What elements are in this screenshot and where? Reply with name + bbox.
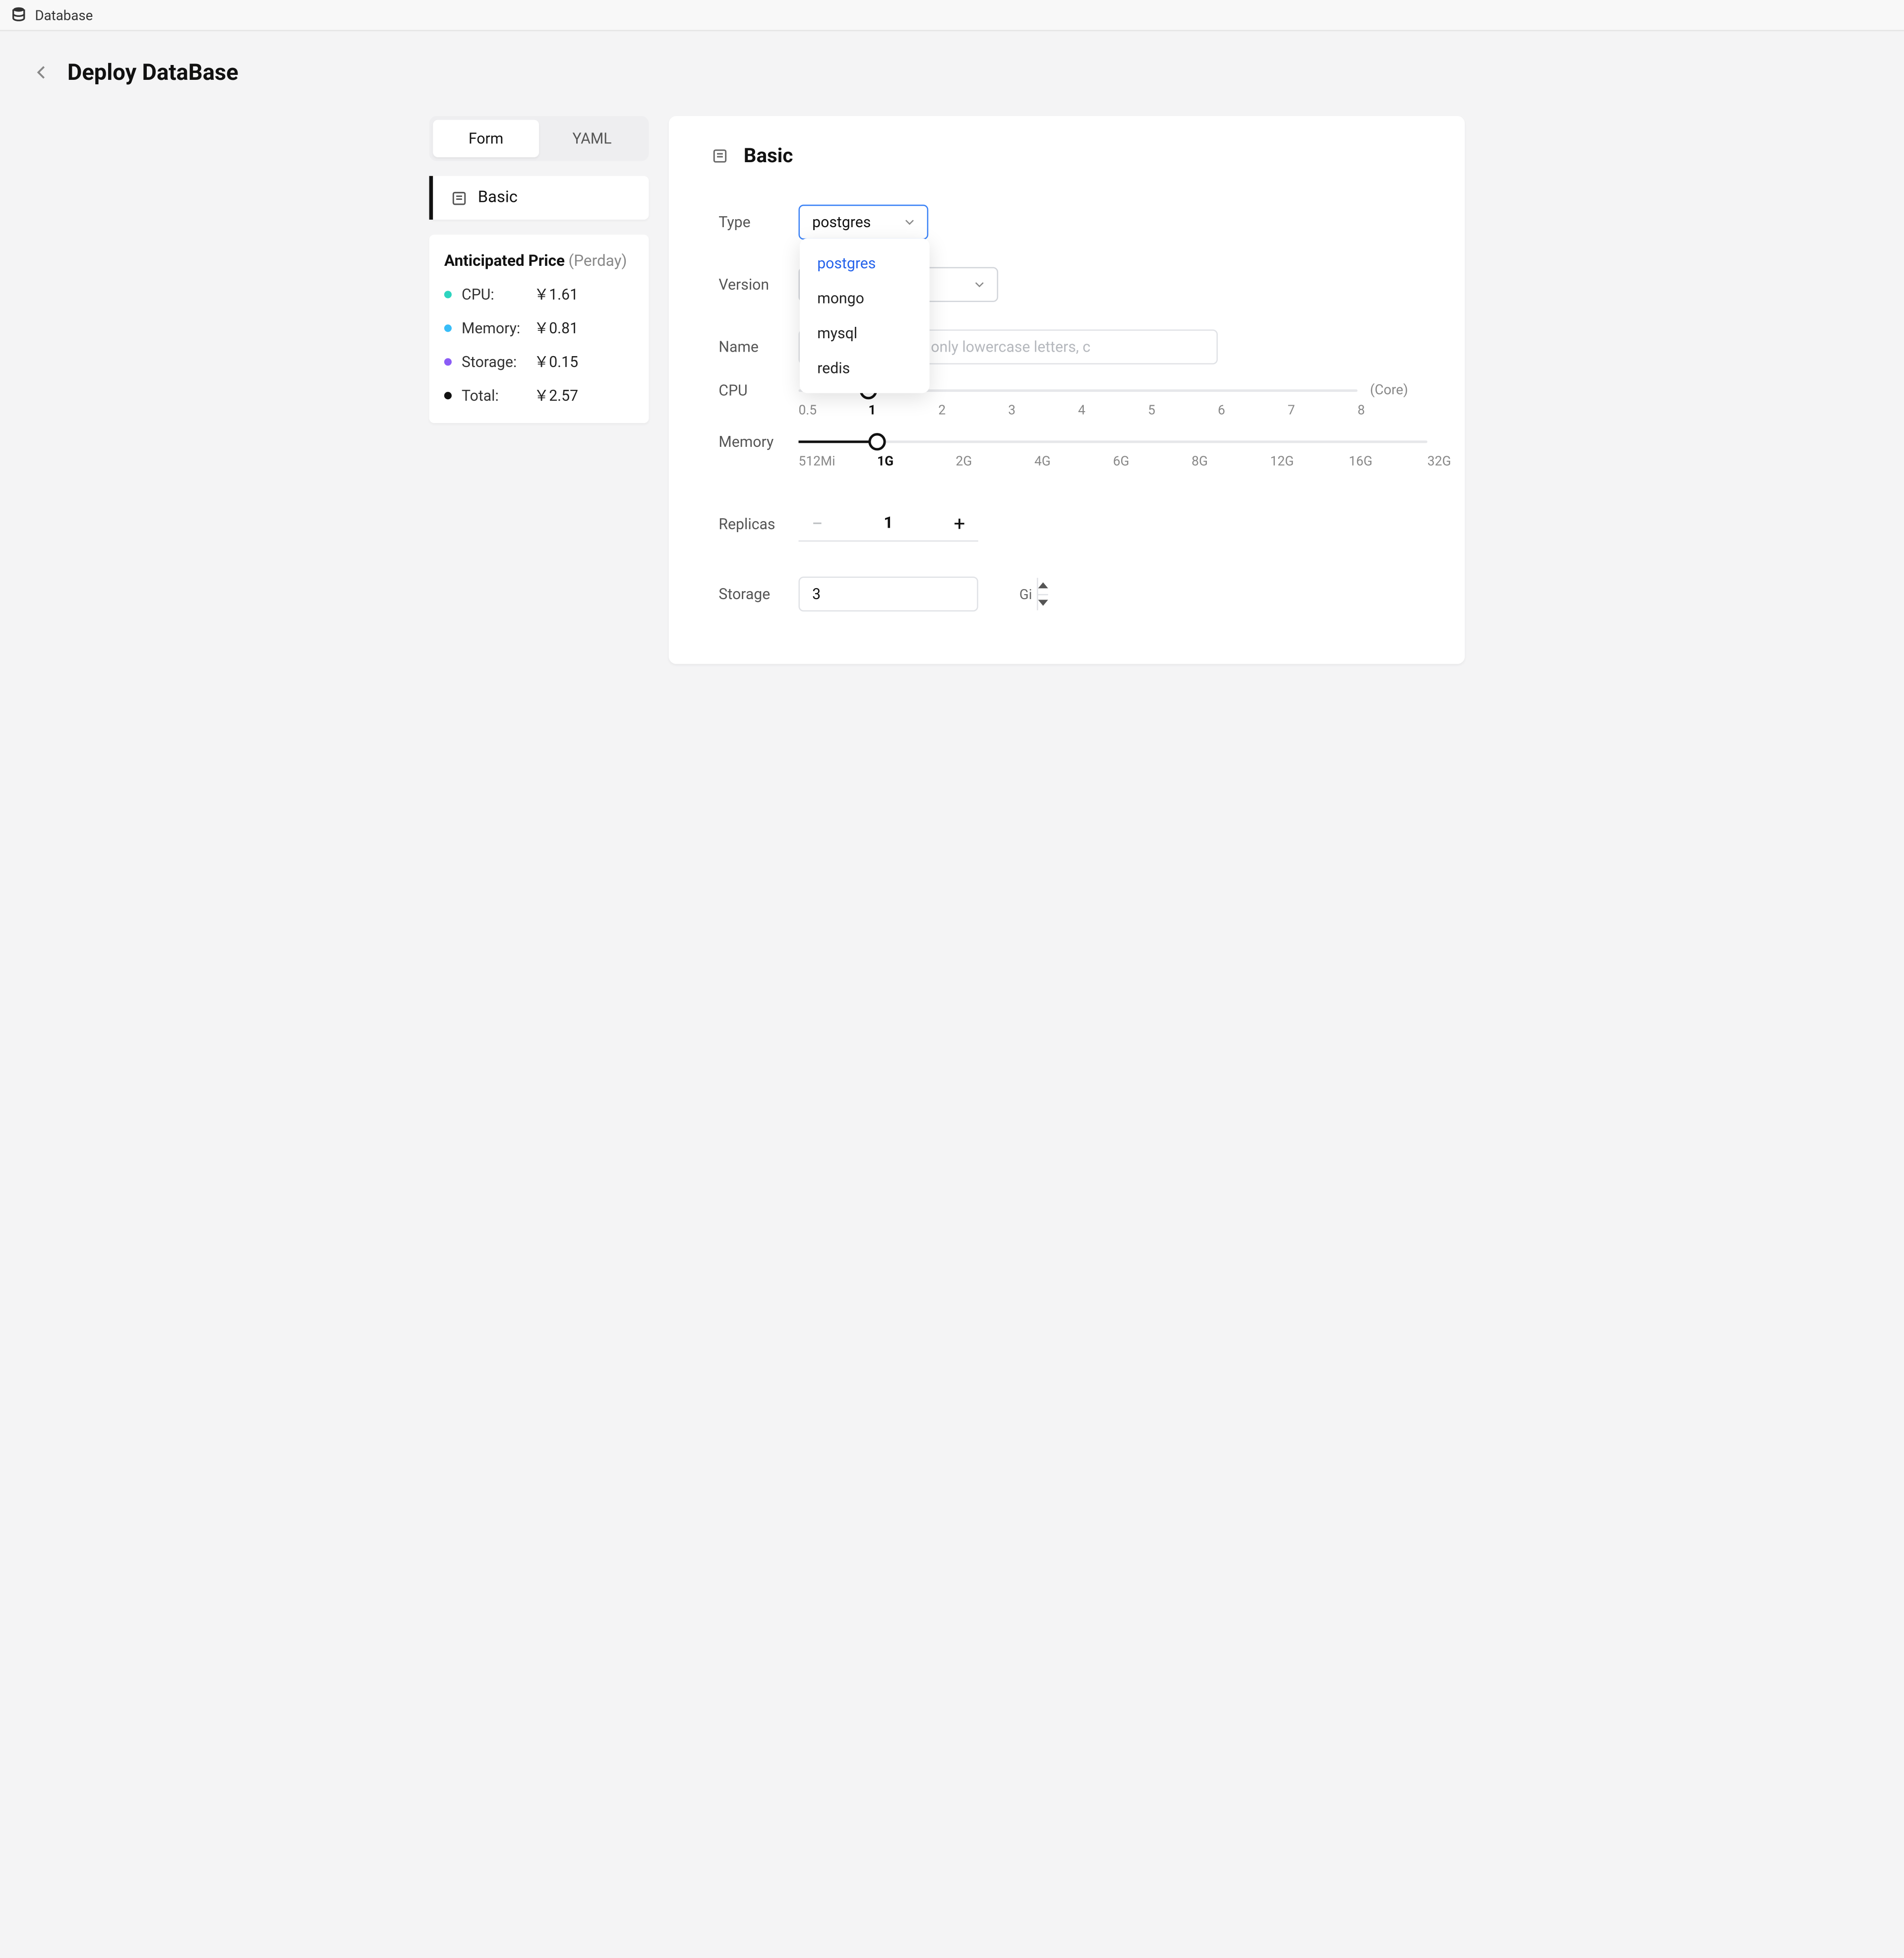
page-title: Deploy DataBase xyxy=(67,60,238,86)
type-select[interactable]: postgres postgres mongo mysql redis xyxy=(798,205,928,240)
price-row-memory: Memory: ￥0.81 xyxy=(444,317,634,338)
label-type: Type xyxy=(718,213,798,231)
type-select-value: postgres xyxy=(812,213,871,231)
main-card: Basic Type postgres postgres mongo mysql… xyxy=(669,116,1465,664)
cpu-unit: (Core) xyxy=(1370,382,1408,398)
section-title: Basic xyxy=(744,143,793,167)
tab-form[interactable]: Form xyxy=(433,120,539,157)
replicas-decrement[interactable]: − xyxy=(798,512,835,536)
storage-input[interactable] xyxy=(800,585,1019,603)
price-row-storage: Storage: ￥0.15 xyxy=(444,351,634,372)
price-dot xyxy=(444,324,452,331)
price-card: Anticipated Price (Perday) CPU: ￥1.61 Me… xyxy=(429,235,649,423)
nav-item-basic[interactable]: Basic xyxy=(429,176,649,220)
type-option-redis[interactable]: redis xyxy=(800,351,930,385)
type-option-mongo[interactable]: mongo xyxy=(800,281,930,315)
sidebar: Form YAML Basic Anticipated Price (Perda… xyxy=(429,116,649,423)
price-subtitle: (Perday) xyxy=(568,252,627,271)
price-dot xyxy=(444,391,452,399)
nav-item-label: Basic xyxy=(478,188,518,207)
storage-unit: Gi xyxy=(1019,586,1037,602)
tab-yaml[interactable]: YAML xyxy=(539,120,645,157)
type-option-postgres[interactable]: postgres xyxy=(800,246,930,281)
section-header: Basic xyxy=(711,143,1427,167)
price-dot xyxy=(444,358,452,365)
label-version: Version xyxy=(718,276,798,293)
storage-increment[interactable] xyxy=(1038,578,1048,593)
view-tabs: Form YAML xyxy=(429,116,649,161)
label-storage: Storage xyxy=(718,585,798,603)
replicas-value: 1 xyxy=(836,514,941,533)
chevron-down-icon xyxy=(902,215,917,230)
memory-slider[interactable]: 512Mi 1G 2G 4G 6G 8G 12G 16G 32G xyxy=(798,433,1427,469)
label-memory: Memory xyxy=(718,433,798,450)
label-cpu: CPU xyxy=(718,382,798,399)
back-button[interactable] xyxy=(30,61,52,83)
price-row-total: Total: ￥2.57 xyxy=(444,384,634,406)
titlebar: Database ― ❐ ✕ xyxy=(0,0,1904,31)
topbar: Deploy DataBase Export Yaml Deploy xyxy=(30,51,1904,94)
label-replicas: Replicas xyxy=(718,515,798,533)
type-option-mysql[interactable]: mysql xyxy=(800,316,930,351)
titlebar-title: Database xyxy=(35,7,93,23)
type-dropdown: postgres mongo mysql redis xyxy=(800,239,930,393)
memory-slider-thumb[interactable] xyxy=(868,433,886,450)
chevron-down-icon xyxy=(972,277,987,292)
replicas-stepper: − 1 + xyxy=(798,507,978,542)
database-app-icon xyxy=(10,6,27,24)
price-dot xyxy=(444,290,452,298)
price-title: Anticipated Price xyxy=(444,252,565,271)
storage-decrement[interactable] xyxy=(1038,594,1048,611)
replicas-increment[interactable]: + xyxy=(941,512,978,536)
storage-field: Gi xyxy=(798,577,978,612)
nav-card: Basic xyxy=(429,176,649,220)
price-row-cpu: CPU: ￥1.61 xyxy=(444,283,634,305)
label-name: Name xyxy=(718,338,798,356)
